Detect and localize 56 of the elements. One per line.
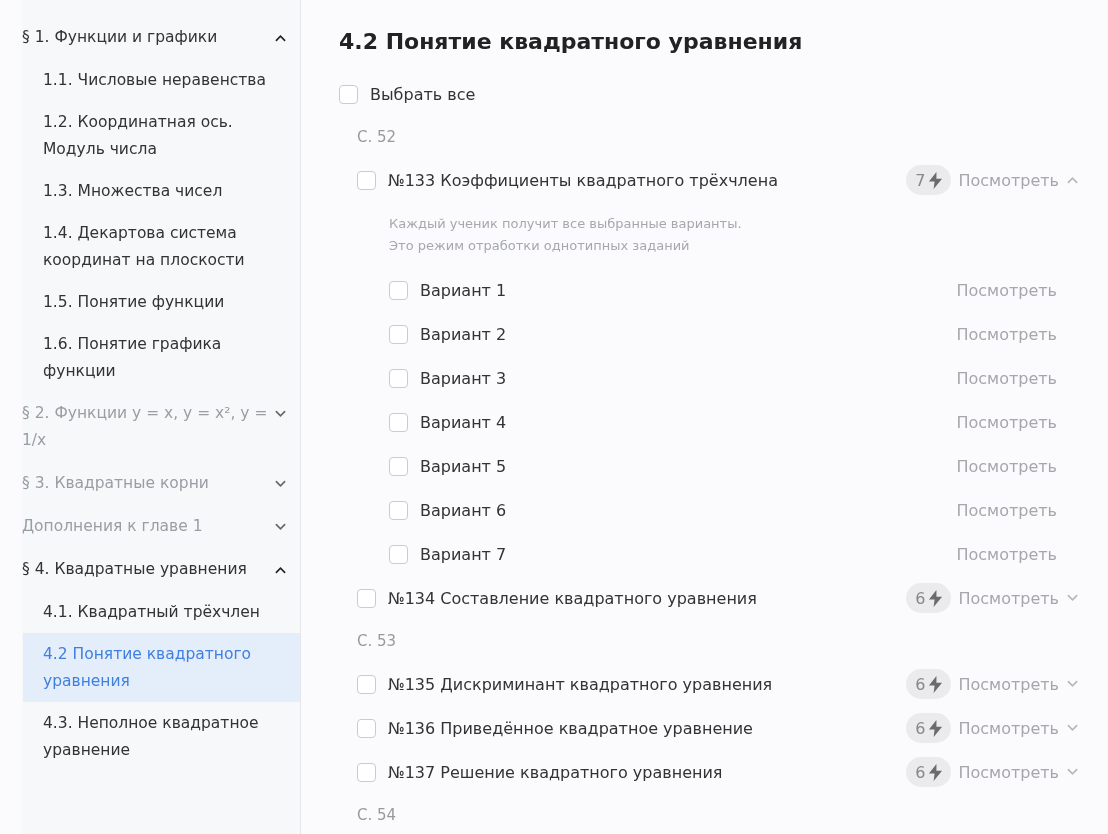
chevron-down-icon[interactable]	[275, 410, 286, 418]
checkbox[interactable]	[389, 280, 408, 300]
checkbox[interactable]	[357, 674, 376, 694]
checkbox[interactable]	[357, 762, 376, 782]
checkbox[interactable]	[389, 456, 408, 476]
checkbox[interactable]	[389, 412, 408, 432]
sidebar-item[interactable]: 1.4. Декартова система координат на плоскости	[22, 212, 300, 281]
lightning-icon	[928, 719, 944, 737]
page-label: С. 54	[356, 805, 398, 826]
chevron-down-icon[interactable]	[275, 480, 286, 488]
sidebar-item[interactable]: 1.2. Координатная ось. Модуль числа	[22, 101, 300, 170]
count-badge: 6	[906, 713, 952, 743]
variant-label[interactable]: Вариант 2	[420, 324, 957, 344]
page-label: С. 52	[356, 127, 398, 148]
checkbox[interactable]	[389, 324, 408, 344]
sidebar-item[interactable]: 4.1. Квадратный трёхчлен	[22, 591, 300, 633]
task-title[interactable]: №133 Коэффициенты квадратного трёхчлена	[388, 170, 907, 190]
count-badge: 6	[906, 583, 952, 613]
count-badge: 6	[906, 669, 952, 699]
sidebar-item[interactable]: 4.3. Неполное квадратное уравнение	[22, 702, 300, 771]
hint-text: Каждый ученик получит все выбранные варианты. Это режим отработки однотипных заданий	[388, 215, 743, 255]
checkbox[interactable]	[389, 544, 408, 564]
count-badge: 6	[906, 757, 952, 787]
lightning-icon	[928, 763, 944, 781]
variant-label[interactable]: Вариант 4	[420, 412, 957, 432]
page-title: 4.2 Понятие квадратного уравнения	[339, 28, 804, 56]
lightning-icon	[928, 171, 944, 189]
sidebar-item[interactable]: 1.3. Множества чисел	[22, 170, 300, 212]
sidebar-item[interactable]: 1.5. Понятие функции	[22, 281, 300, 323]
select-all-label[interactable]: Выбрать все	[370, 84, 476, 104]
section-title[interactable]: § 1. Функции и графики	[22, 24, 275, 51]
lightning-icon	[928, 589, 944, 607]
chevron-up-icon[interactable]	[275, 566, 286, 574]
variant-label[interactable]: Вариант 3	[420, 368, 957, 388]
task-title[interactable]: №135 Дискриминант квадратного уравнения	[388, 674, 907, 694]
checkbox[interactable]	[339, 84, 358, 104]
chevron-up-icon[interactable]	[275, 34, 286, 42]
checkbox[interactable]	[357, 170, 376, 190]
variant-label[interactable]: Вариант 7	[420, 544, 957, 564]
page-label: С. 53	[356, 631, 398, 652]
count-badge: 7	[906, 165, 952, 195]
task-title[interactable]: №134 Составление квадратного уравнения	[388, 588, 907, 608]
checkbox[interactable]	[389, 500, 408, 520]
variant-label[interactable]: Вариант 5	[420, 456, 957, 476]
sidebar-item[interactable]: 1.1. Числовые неравенства	[22, 59, 300, 101]
variant-label[interactable]: Вариант 1	[420, 280, 957, 300]
task-title[interactable]: №137 Решение квадратного уравнения	[388, 762, 907, 782]
section-title[interactable]: § 4. Квадратные уравнения	[22, 556, 275, 583]
chevron-down-icon[interactable]	[275, 523, 286, 531]
checkbox[interactable]	[389, 368, 408, 388]
task-title[interactable]: №136 Приведённое квадратное уравнение	[388, 718, 907, 738]
sidebar-item[interactable]: 1.6. Понятие графика функции	[22, 323, 300, 392]
checkbox[interactable]	[357, 718, 376, 738]
checkbox[interactable]	[357, 588, 376, 608]
variant-label[interactable]: Вариант 6	[420, 500, 957, 520]
lightning-icon	[928, 675, 944, 693]
